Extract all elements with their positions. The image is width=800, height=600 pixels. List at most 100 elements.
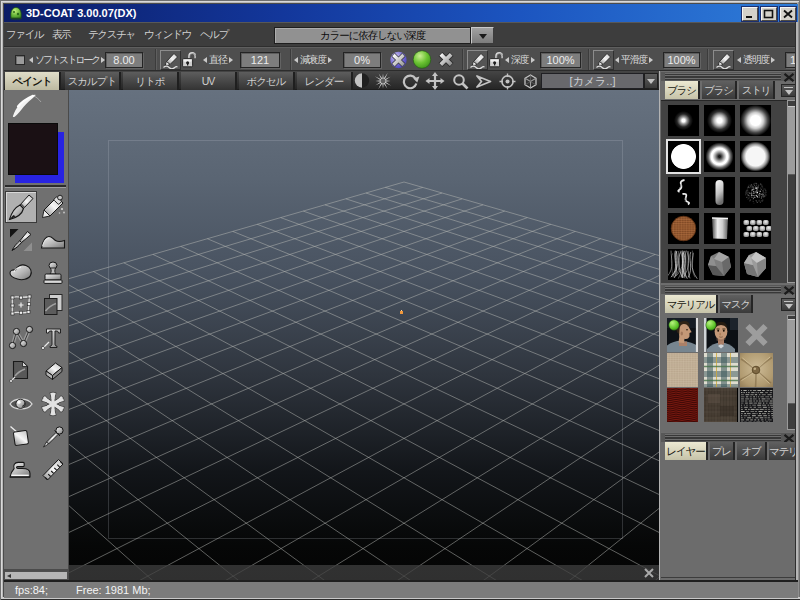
primary-color-swatch[interactable] (8, 123, 58, 175)
material-item-leather-button[interactable] (740, 353, 773, 387)
brush-item-hard-circle[interactable] (668, 141, 699, 172)
tool-image-page[interactable] (5, 355, 37, 387)
increase-arrow-icon[interactable] (649, 57, 653, 63)
smoothing-label[interactable]: 平滑度 (615, 48, 653, 71)
material-item-brown-fabric[interactable] (704, 388, 738, 422)
smoothing-field[interactable]: 100% (663, 52, 700, 68)
lock-open-icon[interactable] (489, 51, 503, 68)
decrease-arrow-icon[interactable] (29, 57, 33, 63)
camera-dropdown[interactable]: [カメラ..] (541, 73, 644, 89)
brushes-panel-close-button[interactable] (783, 73, 795, 82)
pen-pressure-icon[interactable] (713, 50, 734, 70)
brush-item-chain-squiggle[interactable] (668, 177, 699, 208)
tool-flatten-iron[interactable] (5, 453, 37, 485)
depth-mode-dropdown-button[interactable] (471, 27, 494, 44)
brush-item-copper-fabric-disc[interactable] (668, 213, 699, 244)
tool-freeze-snowflake[interactable] (37, 388, 69, 420)
depth-mode-dropdown[interactable]: カラーに依存しない深度 (274, 27, 471, 44)
brushes-panel-tab-1[interactable]: ブラシ (702, 81, 737, 99)
materials-panel-header[interactable] (661, 284, 797, 294)
tab-スカルプト[interactable]: スカルプト (65, 72, 121, 90)
brush-item-bump-tiles[interactable] (740, 213, 771, 244)
brush-item-soft-disc[interactable] (740, 141, 771, 172)
brush-item-facet-blob-dark[interactable] (704, 249, 735, 280)
minimize-button[interactable] (742, 7, 758, 21)
tool-ruler[interactable] (37, 453, 69, 485)
tool-airbrush[interactable] (37, 191, 69, 223)
depth-label[interactable]: 深度 (505, 48, 535, 71)
close-button[interactable] (780, 7, 796, 21)
tool-hill-smudge[interactable] (37, 224, 69, 256)
depth-field[interactable]: 100% (540, 52, 581, 68)
arrow-icon[interactable] (474, 73, 494, 90)
tool-eraser[interactable] (37, 355, 69, 387)
material-item-man-profile-photo[interactable] (667, 318, 698, 352)
tab-ボクセル[interactable]: ボクセル (239, 72, 295, 90)
menu-item-3[interactable]: ウィンドウ (144, 28, 191, 42)
decrease-arrow-icon[interactable] (615, 57, 619, 63)
tab-レンダー[interactable]: レンダー (297, 72, 353, 90)
brush-item-hair-strands[interactable] (668, 249, 699, 280)
material-item-man-front-photo[interactable] (704, 318, 738, 352)
tool-brush[interactable] (5, 191, 37, 223)
menu-item-2[interactable]: テクスチャ (88, 28, 135, 42)
falloff-field[interactable]: 0% (343, 52, 381, 68)
tool-warp-frame[interactable] (5, 289, 37, 321)
increase-arrow-icon[interactable] (531, 57, 535, 63)
layers-panel-tab-1[interactable]: プレ (710, 442, 735, 460)
lock-open-icon[interactable] (182, 51, 196, 68)
zoom-icon[interactable] (451, 73, 470, 90)
focus-target-icon[interactable] (498, 73, 517, 90)
increase-arrow-icon[interactable] (771, 57, 775, 63)
brushes-panel-tab-2[interactable]: ストリ (739, 81, 775, 99)
tab-リトポ[interactable]: リトポ (123, 72, 179, 90)
tool-dark-brush[interactable] (5, 224, 37, 256)
material-item-plaid-fabric[interactable] (704, 353, 738, 387)
material-item-none-material-x[interactable] (740, 318, 773, 352)
material-item-newspaper-text[interactable] (740, 388, 773, 422)
tool-copy-pages[interactable] (37, 289, 69, 321)
tool-blob[interactable] (5, 257, 37, 289)
brush-item-speckle-spray[interactable] (740, 177, 771, 208)
jack-sphere-icon[interactable] (389, 51, 408, 69)
pen-pressure-icon[interactable] (467, 50, 488, 70)
soft-stroke-checkbox[interactable] (15, 55, 25, 65)
shade-half-moon-icon[interactable] (354, 72, 370, 89)
materials-panel-close-button[interactable] (783, 286, 795, 295)
brush-item-facet-blob-light[interactable] (740, 249, 771, 280)
tool-spline[interactable] (5, 322, 37, 354)
brush-item-cylinder[interactable] (704, 213, 735, 244)
increase-arrow-icon[interactable] (328, 57, 332, 63)
brushes-panel-header[interactable] (661, 71, 797, 81)
brush-item-capsule[interactable] (704, 177, 735, 208)
menu-item-0[interactable]: ファイル (6, 28, 43, 42)
pen-pressure-icon[interactable] (160, 50, 181, 70)
decrease-arrow-icon[interactable] (737, 57, 741, 63)
decrease-arrow-icon[interactable] (505, 57, 509, 63)
viewport-close-icon[interactable] (643, 567, 655, 579)
layers-panel-tab-0[interactable]: レイヤー (665, 442, 708, 460)
tab-ペイント[interactable]: ペイント (5, 72, 61, 90)
green-sphere-icon[interactable] (412, 50, 432, 69)
diameter-label[interactable]: 直径 (203, 48, 233, 71)
tool-eye[interactable] (5, 388, 37, 420)
tool-text[interactable] (37, 322, 69, 354)
decrease-arrow-icon[interactable] (203, 57, 207, 63)
material-item-red-knit[interactable] (667, 388, 698, 422)
clear-x-icon[interactable] (437, 51, 455, 68)
layers-panel-tab-2[interactable]: オブ (737, 442, 767, 460)
menu-item-4[interactable]: ヘルプ (200, 28, 228, 42)
brush-item-soft-dot-large[interactable] (740, 105, 771, 136)
layers-panel-tab-3[interactable]: マテリ (769, 442, 797, 460)
decrease-arrow-icon[interactable] (294, 57, 298, 63)
brush-item-ring-donut[interactable] (704, 141, 735, 172)
falloff-label[interactable]: 減衰度 (294, 48, 332, 71)
pan-icon[interactable] (425, 72, 445, 90)
maximize-button[interactable] (761, 7, 777, 21)
title-bar[interactable]: 3D-COAT 3.00.07(DX) (4, 4, 798, 22)
brush-item-soft-dot-small[interactable] (668, 105, 699, 136)
light-burst-icon[interactable] (373, 72, 393, 90)
material-item-beige-fabric[interactable] (667, 353, 698, 387)
camera-dropdown-button[interactable] (644, 73, 658, 89)
tool-fill-square[interactable] (5, 421, 37, 453)
